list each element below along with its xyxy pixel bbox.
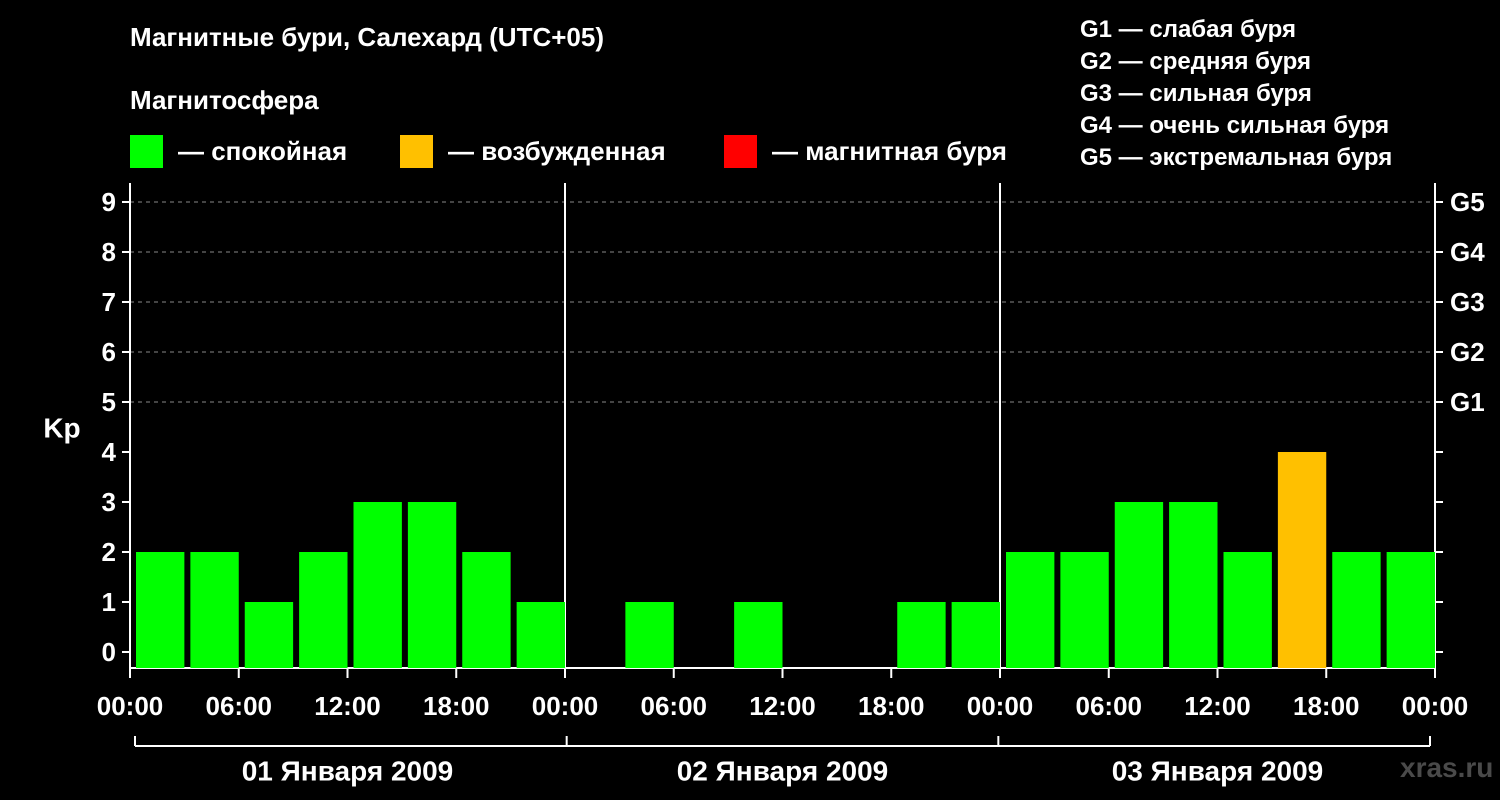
y-tick-label: 2 — [102, 537, 116, 567]
x-tick-label: 18:00 — [1293, 691, 1360, 721]
kp-bar — [1386, 552, 1435, 668]
kp-bar — [136, 552, 185, 668]
g-level-label: G2 — [1450, 337, 1485, 367]
y-axis-label: Kp — [43, 413, 80, 444]
kp-bar — [1060, 552, 1109, 668]
kp-bar — [625, 602, 674, 668]
y-tick-label: 5 — [102, 387, 116, 417]
y-tick-label: 4 — [102, 437, 117, 467]
kp-bar — [462, 552, 511, 668]
kp-bar — [1223, 552, 1272, 668]
x-tick-label: 00:00 — [967, 691, 1034, 721]
kp-bar — [244, 602, 294, 668]
day-label: 02 Января 2009 — [677, 756, 889, 787]
kp-bar — [734, 602, 783, 668]
kp-bar — [897, 602, 946, 668]
x-tick-label: 06:00 — [1076, 691, 1143, 721]
x-tick-label: 18:00 — [423, 691, 490, 721]
kp-bar — [299, 552, 348, 668]
x-tick-label: 12:00 — [1184, 691, 1251, 721]
day-label: 01 Января 2009 — [242, 756, 454, 787]
day-label: 03 Января 2009 — [1112, 756, 1324, 787]
kp-bar — [1332, 552, 1381, 668]
x-tick-label: 12:00 — [749, 691, 816, 721]
y-tick-label: 9 — [102, 187, 116, 217]
x-tick-label: 06:00 — [206, 691, 273, 721]
kp-bar — [190, 552, 239, 668]
x-tick-label: 00:00 — [97, 691, 164, 721]
y-tick-label: 0 — [102, 637, 116, 667]
kp-chart: 0 1 2 3 4 5 6 7 8 9 G1 G2 G3 G4 G5 Kp 00:00 06:00 12:00 18:… — [43, 183, 1485, 787]
x-tick-label: 00:00 — [1402, 691, 1469, 721]
x-tick-label: 12:00 — [314, 691, 381, 721]
kp-bar — [353, 502, 402, 668]
g-level-label: G4 — [1450, 237, 1485, 267]
g-level-label: G3 — [1450, 287, 1485, 317]
x-tick-label: 18:00 — [858, 691, 925, 721]
kp-bar — [1006, 552, 1055, 668]
kp-bar — [407, 502, 457, 668]
watermark: xras.ru — [1400, 752, 1494, 783]
y-tick-label: 3 — [102, 487, 116, 517]
y-tick-label: 1 — [102, 587, 116, 617]
kp-bar — [951, 602, 1000, 668]
kp-bar — [516, 602, 565, 668]
kp-bar — [1169, 502, 1218, 668]
g-level-label: G5 — [1450, 187, 1485, 217]
y-tick-label: 7 — [102, 287, 116, 317]
x-tick-label: 00:00 — [532, 691, 599, 721]
g-level-label: G1 — [1450, 387, 1485, 417]
y-tick-label: 8 — [102, 237, 116, 267]
y-tick-label: 6 — [102, 337, 116, 367]
x-tick-label: 06:00 — [641, 691, 708, 721]
kp-bar — [1114, 502, 1164, 668]
kp-bar — [1277, 452, 1327, 668]
